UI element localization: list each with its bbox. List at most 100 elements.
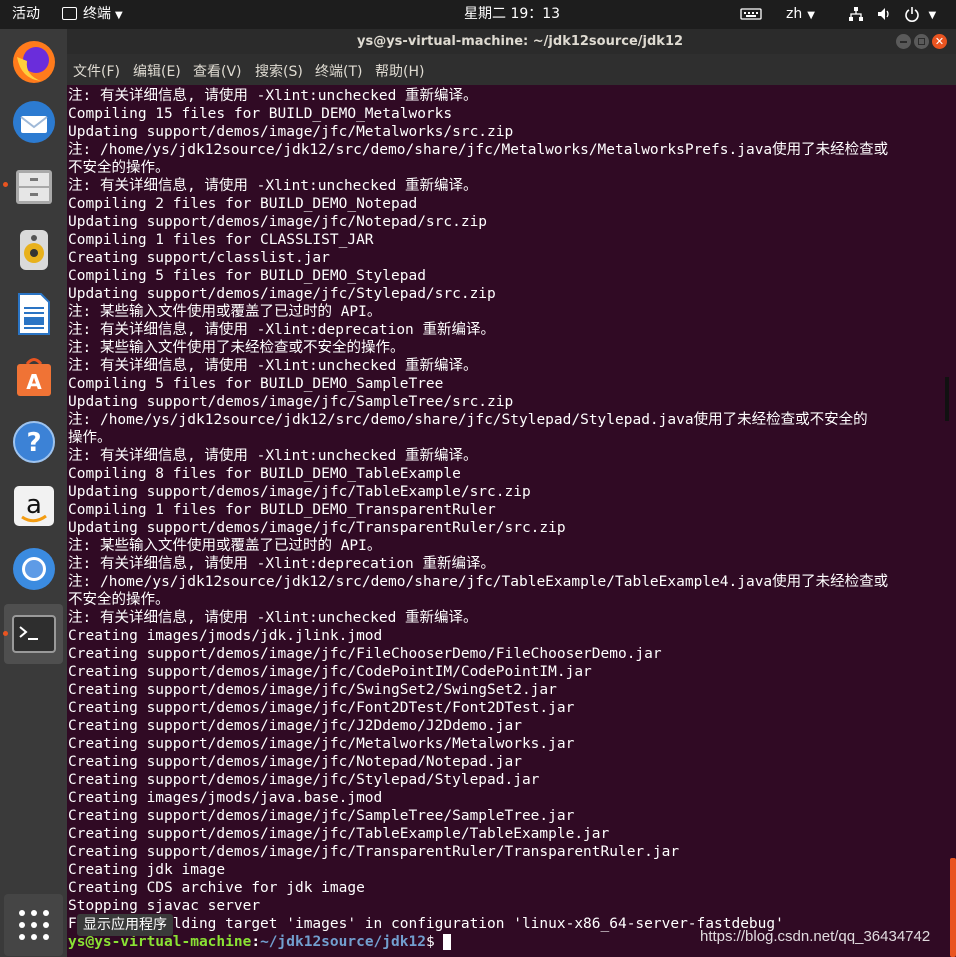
terminal-line: Compiling 1 files for BUILD_DEMO_Transpa… bbox=[68, 502, 496, 518]
menubar: 文件(F) 编辑(E) 查看(V) 搜索(S) 终端(T) 帮助(H) bbox=[67, 54, 956, 85]
terminal-line: Creating support/demos/image/jfc/J2Ddemo… bbox=[68, 718, 522, 734]
minimize-button[interactable] bbox=[896, 34, 911, 49]
terminal-line: Compiling 15 files for BUILD_DEMO_Metalw… bbox=[68, 106, 453, 122]
terminal-line: Updating support/demos/image/jfc/Metalwo… bbox=[68, 124, 514, 140]
scrollbar-thumb[interactable] bbox=[950, 858, 956, 957]
terminal-line: Creating images/jmods/java.base.jmod bbox=[68, 790, 383, 806]
terminal-output[interactable]: 注: 有关详细信息, 请使用 -Xlint:unchecked 重新编译。 Com… bbox=[67, 85, 943, 957]
top-bar: 活动 终端 ▼ 星期二 19：13 zh ▼ ▼ bbox=[0, 0, 956, 29]
close-icon: ✕ bbox=[934, 35, 945, 48]
terminal-line: Creating CDS archive for jdk image bbox=[68, 880, 365, 896]
menu-search[interactable]: 搜索(S) bbox=[255, 54, 303, 85]
terminal-line: Updating support/demos/image/jfc/Stylepa… bbox=[68, 286, 496, 302]
menu-view[interactable]: 查看(V) bbox=[193, 54, 242, 85]
terminal-line: Creating support/demos/image/jfc/Stylepa… bbox=[68, 772, 540, 788]
volume-icon[interactable] bbox=[876, 0, 892, 29]
libreoffice-writer-icon bbox=[17, 293, 50, 335]
terminal-line: Creating support/demos/image/jfc/Font2DT… bbox=[68, 700, 575, 716]
terminal-line: Compiling 1 files for CLASSLIST_JAR bbox=[68, 232, 374, 248]
network-icon[interactable] bbox=[848, 0, 864, 29]
prompt-symbol: $ bbox=[425, 934, 444, 950]
watermark: https://blog.csdn.net/qq_36434742 bbox=[700, 928, 931, 945]
dock-item-files[interactable] bbox=[4, 157, 63, 217]
terminal-line: Creating images/jmods/jdk.jlink.jmod bbox=[68, 628, 383, 644]
rhythmbox-icon bbox=[19, 230, 48, 270]
terminal-line: Compiling 5 files for BUILD_DEMO_SampleT… bbox=[68, 376, 444, 392]
keyboard-icon[interactable] bbox=[740, 0, 762, 29]
terminal-line: 注: /home/ys/jdk12source/jdk12/src/demo/s… bbox=[68, 574, 889, 590]
terminal-line: 注: 某些输入文件使用了未经检查或不安全的操作。 bbox=[68, 340, 405, 356]
chevron-down-icon: ▼ bbox=[115, 10, 123, 21]
terminal-line: Creating support/demos/image/jfc/SampleT… bbox=[68, 808, 575, 824]
dock-item-terminal[interactable] bbox=[4, 604, 63, 664]
chromium-icon bbox=[12, 548, 55, 590]
terminal-line: 注: 有关详细信息, 请使用 -Xlint:deprecation 重新编译。 bbox=[68, 556, 496, 572]
terminal-line: Creating support/demos/image/jfc/SwingSe… bbox=[68, 682, 557, 698]
dock-item-amazon[interactable]: a bbox=[4, 476, 63, 536]
terminal-line: 注: /home/ys/jdk12source/jdk12/src/demo/s… bbox=[68, 142, 889, 158]
terminal-line: 操作。 bbox=[68, 430, 112, 446]
terminal-line: Compiling 8 files for BUILD_DEMO_TableEx… bbox=[68, 466, 461, 482]
terminal-line: 注: 有关详细信息, 请使用 -Xlint:unchecked 重新编译。 bbox=[68, 178, 478, 194]
terminal-line: 注: 某些输入文件使用或覆盖了已过时的 API。 bbox=[68, 304, 382, 320]
svg-text:A: A bbox=[26, 370, 42, 394]
terminal-line: Updating support/demos/image/jfc/Notepad… bbox=[68, 214, 488, 230]
terminal-line: Compiling 2 files for BUILD_DEMO_Notepad bbox=[68, 196, 418, 212]
app-menu-label: 终端 bbox=[83, 6, 111, 22]
terminal-scrollbar[interactable] bbox=[943, 85, 956, 957]
terminal-line: 注: 有关详细信息, 请使用 -Xlint:unchecked 重新编译。 bbox=[68, 88, 478, 104]
dock-item-writer[interactable] bbox=[4, 284, 63, 344]
terminal-line: 不安全的操作。 bbox=[68, 160, 170, 176]
menu-file[interactable]: 文件(F) bbox=[73, 54, 120, 85]
menu-terminal[interactable]: 终端(T) bbox=[315, 54, 362, 85]
dock-item-rhythmbox[interactable] bbox=[4, 220, 63, 280]
dock-item-software[interactable]: A bbox=[4, 347, 63, 407]
terminal-line: Creating support/classlist.jar bbox=[68, 250, 330, 266]
clock[interactable]: 星期二 19：13 bbox=[464, 0, 560, 29]
terminal-line: 注: 有关详细信息, 请使用 -Xlint:deprecation 重新编译。 bbox=[68, 322, 496, 338]
terminal-icon bbox=[11, 615, 56, 653]
menu-edit[interactable]: 编辑(E) bbox=[133, 54, 181, 85]
thunderbird-icon bbox=[12, 101, 55, 143]
chevron-down-icon: ▼ bbox=[807, 10, 815, 21]
terminal-line: Creating support/demos/image/jfc/Metalwo… bbox=[68, 736, 575, 752]
terminal-line: Updating support/demos/image/jfc/TableEx… bbox=[68, 484, 531, 500]
help-icon: ? bbox=[12, 421, 55, 463]
prompt-colon: : bbox=[251, 934, 261, 950]
maximize-button[interactable] bbox=[914, 34, 929, 49]
maximize-icon bbox=[918, 38, 925, 45]
svg-text:a: a bbox=[26, 490, 42, 520]
menu-help[interactable]: 帮助(H) bbox=[375, 54, 424, 85]
window-titlebar[interactable]: ys@ys-virtual-machine: ~/jdk12source/jdk… bbox=[67, 29, 956, 54]
activities-button[interactable]: 活动 bbox=[12, 0, 40, 29]
terminal-line: Creating support/demos/image/jfc/Notepad… bbox=[68, 754, 522, 770]
terminal-line: 注: 有关详细信息, 请使用 -Xlint:unchecked 重新编译。 bbox=[68, 610, 478, 626]
dock-item-firefox[interactable] bbox=[4, 32, 63, 92]
terminal-line: Stopping sjavac server bbox=[68, 898, 261, 914]
terminal-app-icon bbox=[62, 6, 77, 20]
chevron-down-icon: ▼ bbox=[928, 10, 937, 21]
input-method-selector[interactable]: zh ▼ bbox=[786, 0, 815, 29]
terminal-line: Compiling 5 files for BUILD_DEMO_Stylepa… bbox=[68, 268, 426, 284]
dock-item-chromium[interactable] bbox=[4, 539, 63, 599]
firefox-icon bbox=[12, 41, 55, 83]
show-applications-tooltip: 显示应用程序 bbox=[77, 914, 173, 936]
terminal-line: Creating support/demos/image/jfc/TableEx… bbox=[68, 826, 610, 842]
terminal-line: Creating support/demos/image/jfc/Transpa… bbox=[68, 844, 680, 860]
window-title: ys@ys-virtual-machine: ~/jdk12source/jdk… bbox=[357, 34, 684, 49]
close-button[interactable]: ✕ bbox=[932, 34, 947, 49]
dock-item-help[interactable]: ? bbox=[4, 412, 63, 472]
dock-item-thunderbird[interactable] bbox=[4, 92, 63, 152]
terminal-line: 注: /home/ys/jdk12source/jdk12/src/demo/s… bbox=[68, 412, 868, 428]
power-icon[interactable]: ▼ bbox=[904, 0, 936, 29]
terminal-line: Creating support/demos/image/jfc/FileCho… bbox=[68, 646, 662, 662]
show-applications-button[interactable] bbox=[4, 894, 63, 956]
software-center-icon: A bbox=[16, 358, 51, 396]
app-menu-button[interactable]: 终端 ▼ bbox=[62, 0, 123, 29]
input-method-label: zh bbox=[786, 6, 803, 22]
terminal-line: 不安全的操作。 bbox=[68, 592, 170, 608]
terminal-line: Updating support/demos/image/jfc/SampleT… bbox=[68, 394, 514, 410]
terminal-line: 注: 有关详细信息, 请使用 -Xlint:unchecked 重新编译。 bbox=[68, 358, 478, 374]
terminal-line: 注: 有关详细信息, 请使用 -Xlint:unchecked 重新编译。 bbox=[68, 448, 478, 464]
svg-text:?: ? bbox=[26, 428, 41, 458]
